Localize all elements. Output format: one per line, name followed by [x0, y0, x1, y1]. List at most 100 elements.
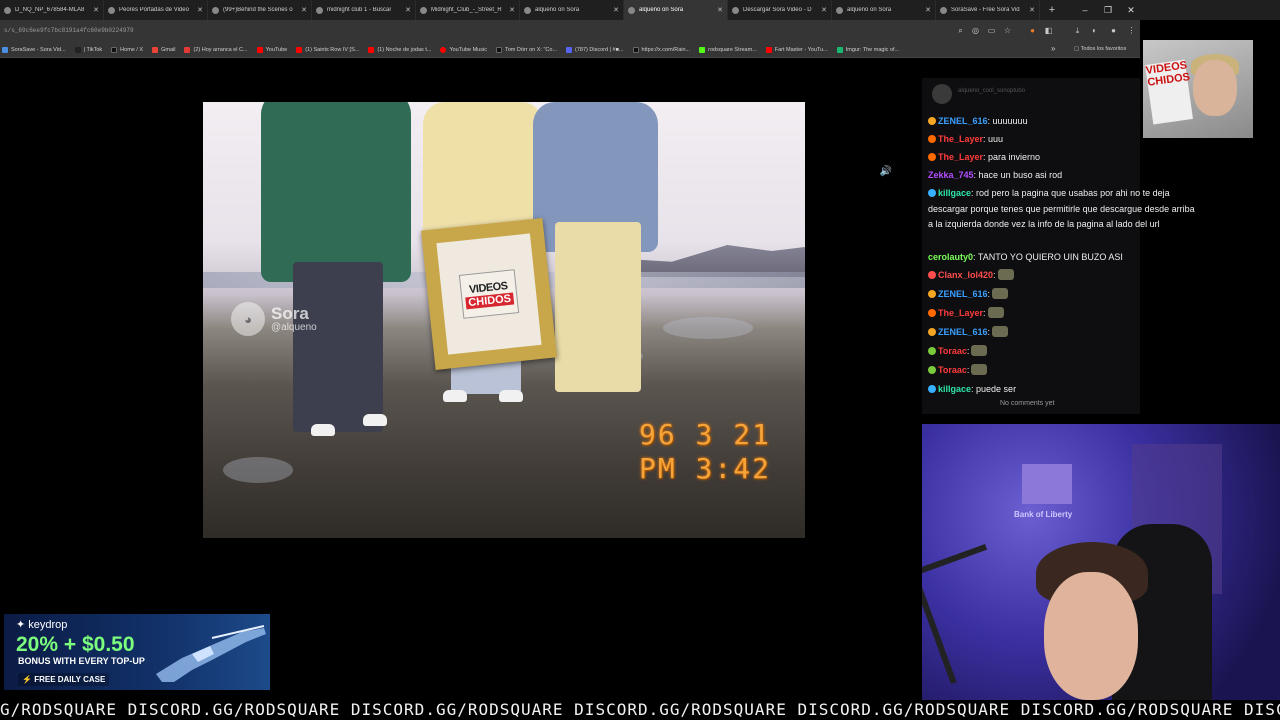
browser-tab[interactable]: Descargar Sora Video - D ✕ — [728, 0, 832, 20]
bookmark-item[interactable]: Gmail — [152, 46, 175, 53]
browser-tab-active[interactable]: alqueno on Sora ✕ — [624, 0, 728, 20]
youtube-icon — [256, 46, 263, 53]
chat-username[interactable]: killgace — [938, 188, 971, 198]
tab-favicon-icon — [108, 6, 115, 14]
comment-author[interactable]: alqueno_cool_sonoptubo — [958, 88, 1025, 94]
browser-tab[interactable]: alqueno on Sora ✕ — [832, 0, 936, 20]
close-icon[interactable]: ✕ — [717, 6, 723, 14]
minimize-button[interactable]: – — [1073, 0, 1097, 20]
ad-cta[interactable]: ⚡ FREE DAILY CASE — [18, 673, 110, 686]
chat-username[interactable]: Clanx_lol420 — [938, 270, 993, 280]
browser-tab[interactable]: SoraSave - Free Sora Vid ✕ — [936, 0, 1040, 20]
bookmark-item[interactable]: (1) Saints Row IV [S... — [296, 46, 359, 53]
chat-username[interactable]: The_Layer — [938, 308, 983, 318]
close-window-button[interactable]: ✕ — [1119, 0, 1143, 20]
avatar[interactable] — [932, 84, 952, 104]
video-person-legs — [293, 262, 383, 432]
chat-emote-icon — [971, 345, 988, 356]
bookmark-favicon-icon — [184, 46, 191, 53]
gmail-icon — [152, 46, 159, 53]
chat-message: The_Layer: — [928, 306, 1200, 322]
browser-tab[interactable]: Midnight_Club_-_Street_R ✕ — [416, 0, 520, 20]
chat-username[interactable]: Toraac — [938, 365, 967, 375]
chat-username[interactable]: Toraac — [938, 346, 967, 356]
chat-username[interactable]: ZENEL_616 — [938, 327, 988, 337]
bookmarks-overflow-button[interactable]: » — [1051, 44, 1055, 53]
close-icon[interactable]: ✕ — [301, 6, 307, 14]
bookmark-label: SoraSave - Sora Vid... — [11, 46, 66, 53]
sora-watermark: ◕ Sora @alqueno — [231, 302, 317, 336]
browser-tab[interactable]: (99+)Behind the Scenes o ✕ — [208, 0, 312, 20]
bookmarks-bar: SoraSave - Sora Vid... | TikTok Home / X… — [0, 42, 1140, 58]
close-icon[interactable]: ✕ — [93, 6, 99, 14]
bookmark-item[interactable]: (787) Discord | #■... — [566, 46, 624, 53]
bookmark-item[interactable]: https://x.com/Rain... — [632, 46, 690, 53]
imgur-icon — [836, 46, 843, 53]
chat-username[interactable]: killgace — [938, 384, 971, 394]
browser-tab[interactable]: midnight club 1 - Buscar ✕ — [312, 0, 416, 20]
puzzle-icon[interactable]: ◧ — [1043, 25, 1054, 36]
tab-favicon-icon — [628, 6, 635, 14]
bookmark-item[interactable]: SoraSave - Sora Vid... — [2, 46, 66, 53]
new-tab-button[interactable]: + — [1044, 4, 1060, 16]
bookmark-item[interactable]: (2) Hoy arranca el C... — [184, 46, 248, 53]
eye-off-icon[interactable]: ◎ — [970, 25, 981, 36]
keydrop-ad[interactable]: ✦ keydrop 20% + $0.50 BONUS WITH EVERY T… — [4, 614, 270, 690]
close-icon[interactable]: ✕ — [821, 6, 827, 14]
volume-icon[interactable]: 🔊 — [878, 166, 894, 180]
chat-username[interactable]: Zekka_745 — [928, 170, 974, 180]
star-icon[interactable]: ☆ — [1002, 25, 1013, 36]
vhs-date-stamp: 96 3 21 — [638, 418, 771, 451]
youtube-music-icon — [440, 46, 447, 53]
videos-chidos-logo: VIDEOS CHIDOS — [458, 269, 520, 319]
bookmark-item[interactable]: rodsquare Stream... — [699, 46, 757, 53]
bookmark-item[interactable]: Tom Dörr on X: "Co... — [495, 46, 558, 53]
download-icon[interactable]: ⤓ — [1072, 25, 1083, 36]
bookmark-label: Tom Dörr on X: "Co... — [504, 46, 558, 53]
chat-username[interactable]: ZENEL_616 — [938, 289, 988, 299]
chat-emote-icon — [992, 326, 1009, 337]
profile-icon[interactable]: ◐ — [1089, 25, 1100, 36]
video-shoe — [499, 390, 523, 402]
bookmark-item[interactable]: YouTube — [256, 46, 287, 53]
chat-badge-icon — [928, 290, 936, 298]
close-icon[interactable]: ✕ — [197, 6, 203, 14]
chat-emote-icon — [997, 269, 1014, 280]
browser-tab[interactable]: alqueno on Sora ✕ — [520, 0, 624, 20]
tab-favicon-icon — [4, 6, 11, 14]
all-bookmarks-folder[interactable]: ▢ Todos los favoritos — [1074, 46, 1126, 52]
webcam-person-face — [1193, 60, 1237, 116]
ad-cta-label: FREE DAILY CASE — [34, 675, 106, 684]
video-player[interactable]: VIDEOS CHIDOS ◕ Sora @alqueno 96 3 21 PM… — [203, 102, 805, 538]
bookmark-item[interactable]: Home / X — [111, 46, 143, 53]
chat-username[interactable]: cerolauty0 — [928, 252, 973, 262]
zoom-icon[interactable]: ⌕ — [955, 25, 966, 36]
chat-username[interactable]: The_Layer — [938, 134, 983, 144]
bookmark-item[interactable]: Fart Master - YouTu... — [765, 46, 828, 53]
bookmark-label: rodsquare Stream... — [708, 46, 757, 53]
bookmark-item[interactable]: | TikTok — [74, 46, 102, 53]
close-icon[interactable]: ✕ — [509, 6, 515, 14]
extension-icon[interactable]: ● — [1027, 25, 1038, 36]
close-icon[interactable]: ✕ — [1029, 6, 1035, 14]
secondary-webcam: VIDEOS CHIDOS — [1143, 40, 1253, 138]
tab-label: SoraSave - Free Sora Vid — [951, 7, 1020, 13]
browser-tab[interactable]: Peores Portadas de Video ✕ — [104, 0, 208, 20]
close-icon[interactable]: ✕ — [613, 6, 619, 14]
bookmark-item[interactable]: Imgur: The magic of... — [836, 46, 899, 53]
url-field[interactable]: s/s_69c6ee9fc7bc8191a4fc60e9b0224979 — [4, 27, 134, 34]
streamer-webcam: Bank of Liberty — [922, 424, 1280, 720]
chat-message: The_Layer: para invierno — [928, 150, 1200, 166]
chat-username[interactable]: ZENEL_616 — [938, 116, 988, 126]
menu-kebab-icon[interactable]: ⋮ — [1126, 25, 1137, 36]
bookmark-item[interactable]: YouTube Music — [440, 46, 487, 53]
chat-username[interactable]: The_Layer — [938, 152, 983, 162]
browser-tab[interactable]: D_NQ_NP_678584-MLA8 ✕ — [0, 0, 104, 20]
cast-icon[interactable]: ▭ — [986, 25, 997, 36]
close-icon[interactable]: ✕ — [925, 6, 931, 14]
maximize-button[interactable]: ❐ — [1096, 0, 1120, 20]
avatar[interactable]: ● — [1108, 25, 1119, 36]
folder-label: Todos los favoritos — [1080, 46, 1127, 52]
bookmark-item[interactable]: (1) Noche de jodas t... — [368, 46, 431, 53]
close-icon[interactable]: ✕ — [405, 6, 411, 14]
